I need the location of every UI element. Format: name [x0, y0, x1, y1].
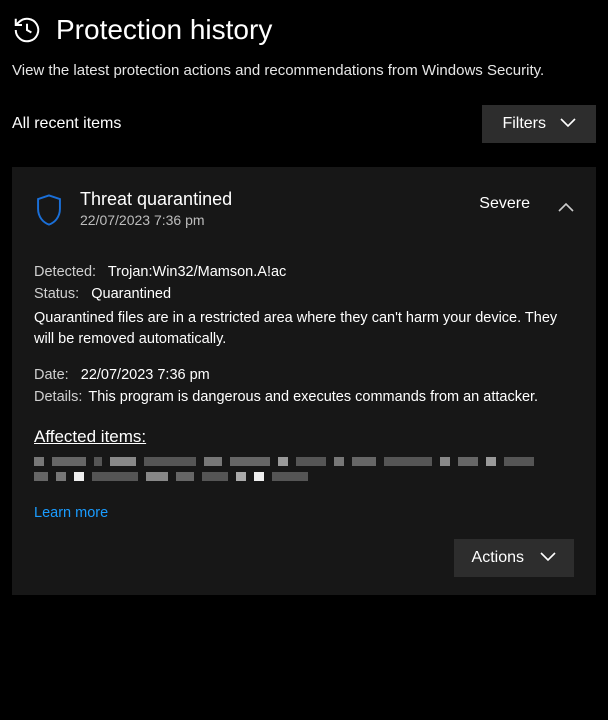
filters-button[interactable]: Filters: [482, 105, 596, 143]
chevron-down-icon: [540, 549, 556, 567]
detected-value: Trojan:Win32/Mamson.A!ac: [108, 264, 286, 280]
history-icon: [12, 15, 42, 45]
details-value: This program is dangerous and executes c…: [88, 387, 574, 409]
actions-button[interactable]: Actions: [454, 539, 574, 577]
date-row: Date: 22/07/2023 7:36 pm: [34, 365, 574, 387]
affected-items-redacted: [34, 457, 554, 481]
threat-timestamp: 22/07/2023 7:36 pm: [80, 212, 463, 228]
page-header: Protection history: [12, 14, 596, 46]
date-value: 22/07/2023 7:36 pm: [81, 367, 210, 383]
filters-button-label: Filters: [502, 115, 546, 133]
shield-icon: [34, 193, 64, 232]
status-label: Status:: [34, 286, 79, 302]
threat-card: Threat quarantined 22/07/2023 7:36 pm Se…: [12, 167, 596, 595]
affected-items-title: Affected items:: [34, 427, 574, 447]
all-recent-label: All recent items: [12, 115, 121, 133]
threat-card-header[interactable]: Threat quarantined 22/07/2023 7:36 pm Se…: [34, 189, 574, 232]
threat-title: Threat quarantined: [80, 189, 463, 210]
details-label: Details:: [34, 387, 82, 409]
details-row: Details: This program is dangerous and e…: [34, 387, 574, 409]
page-subtitle: View the latest protection actions and r…: [12, 60, 596, 81]
date-label: Date:: [34, 367, 69, 383]
detected-label: Detected:: [34, 264, 96, 280]
toolbar: All recent items Filters: [12, 105, 596, 143]
chevron-down-icon: [560, 115, 576, 133]
page-title: Protection history: [56, 14, 272, 46]
chevron-up-icon: [558, 199, 574, 217]
status-description: Quarantined files are in a restricted ar…: [34, 308, 574, 352]
status-value: Quarantined: [91, 286, 171, 302]
severity-label: Severe: [479, 195, 530, 213]
detected-row: Detected: Trojan:Win32/Mamson.A!ac: [34, 262, 574, 284]
actions-button-label: Actions: [472, 549, 524, 567]
status-row: Status: Quarantined: [34, 284, 574, 306]
learn-more-link[interactable]: Learn more: [34, 505, 108, 521]
